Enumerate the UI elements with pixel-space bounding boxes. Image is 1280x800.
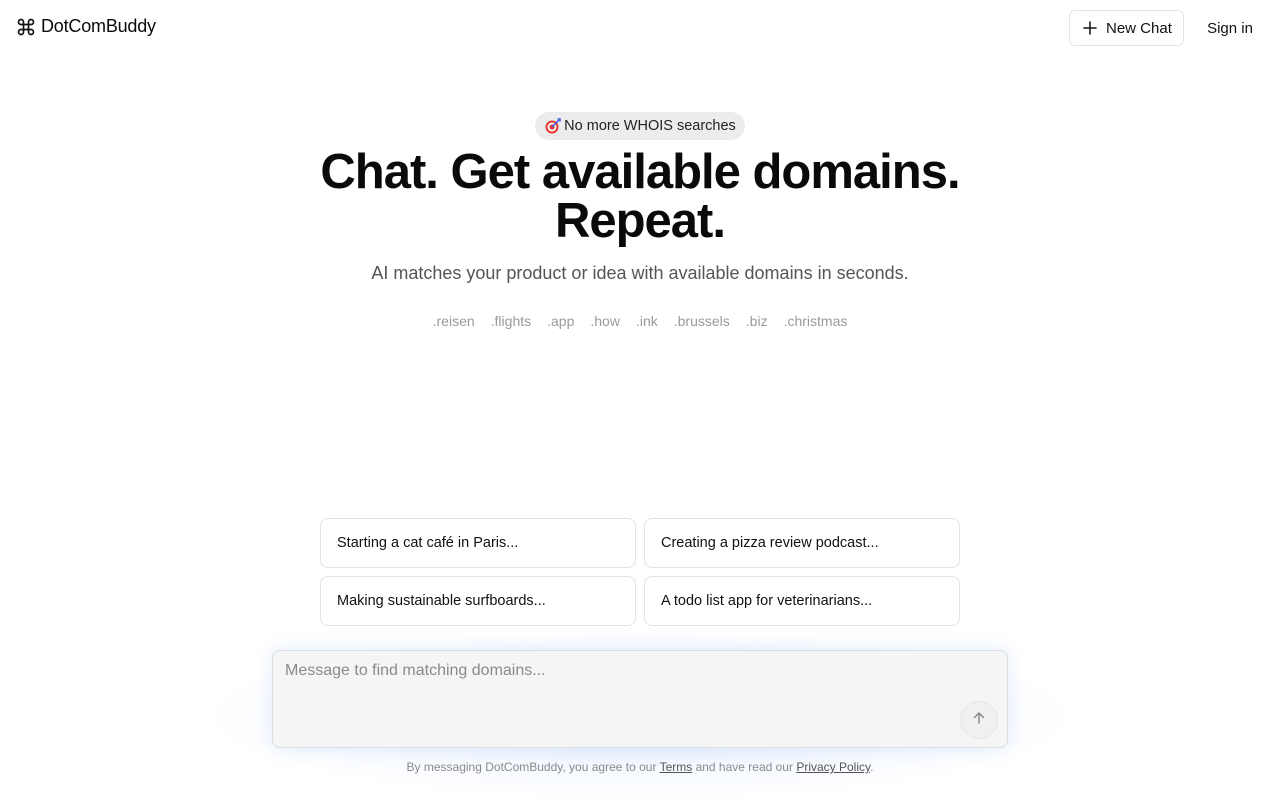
command-icon [16,17,36,37]
tld-item[interactable]: .christmas [784,313,848,329]
title-line-1: Chat. Get available domains. [320,145,960,199]
new-chat-label: New Chat [1106,19,1172,37]
message-input[interactable] [273,651,1007,747]
footer-suffix: . [870,760,874,774]
logo[interactable]: DotComBuddy [16,16,156,37]
message-composer [272,650,1008,748]
privacy-policy-link[interactable]: Privacy Policy [796,760,870,774]
hero-badge: No more WHOIS searches [535,112,745,140]
header: DotComBuddy New Chat Sign in [0,0,1280,56]
tld-item[interactable]: .reisen [433,313,475,329]
new-chat-button[interactable]: New Chat [1069,10,1184,46]
plus-icon [1082,20,1098,36]
target-dart-icon [544,117,562,135]
title-line-2: Repeat. [554,194,726,248]
send-button[interactable] [960,701,998,739]
tld-item[interactable]: .ink [636,313,658,329]
arrow-up-icon [971,710,987,731]
terms-link[interactable]: Terms [660,760,693,774]
badge-text: No more WHOIS searches [564,118,736,134]
tld-item[interactable]: .biz [746,313,768,329]
footer-prefix: By messaging DotComBuddy, you agree to o… [406,760,660,774]
suggestion-card[interactable]: Starting a cat café in Paris... [320,518,636,568]
footer-middle: and have read our [692,760,797,774]
tld-list: .reisen .flights .app .how .ink .brussel… [0,313,1280,329]
tld-item[interactable]: .how [590,313,620,329]
subtitle: AI matches your product or idea with ava… [371,263,909,283]
suggestion-card[interactable]: Making sustainable surfboards... [320,576,636,626]
suggestion-card[interactable]: A todo list app for veterinarians... [644,576,960,626]
suggestion-card[interactable]: Creating a pizza review podcast... [644,518,960,568]
brand-name: DotComBuddy [41,16,156,36]
tld-item[interactable]: .flights [491,313,531,329]
page-title: Chat. Get available domains. Repeat. [0,148,1280,246]
tld-item[interactable]: .brussels [674,313,730,329]
footer-disclaimer: By messaging DotComBuddy, you agree to o… [0,760,1280,774]
sign-in-link[interactable]: Sign in [1196,10,1264,46]
tld-item[interactable]: .app [547,313,574,329]
